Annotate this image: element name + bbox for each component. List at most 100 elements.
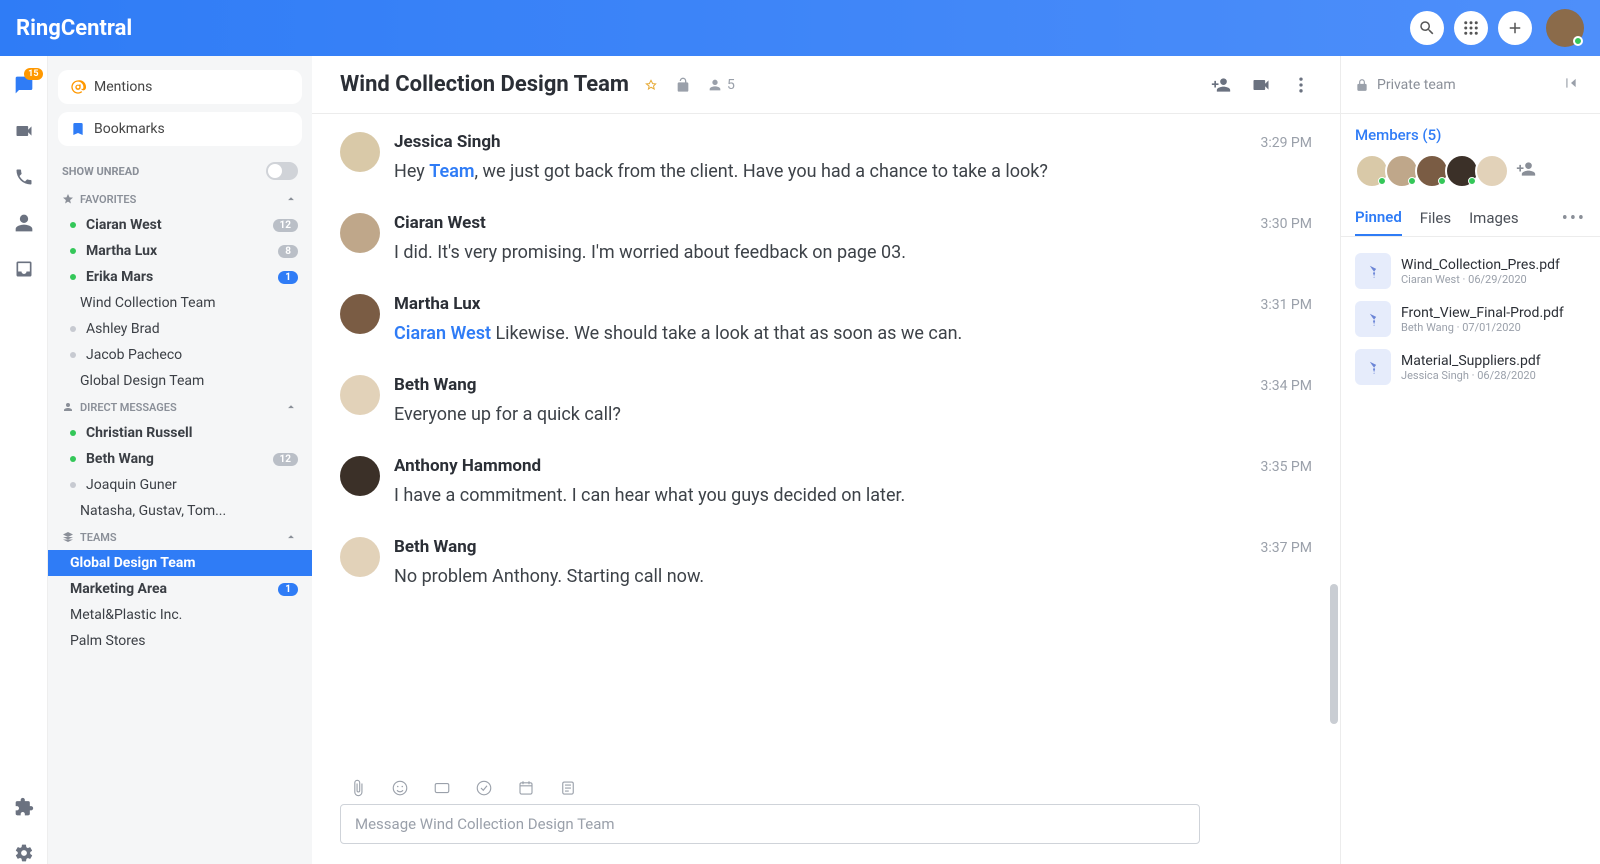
show-unread-toggle[interactable] <box>266 162 298 180</box>
lock-open-icon <box>675 77 691 93</box>
dm-header[interactable]: DIRECT MESSAGES <box>48 394 312 420</box>
member-avatar[interactable] <box>1445 154 1479 188</box>
sidebar-item-label: Wind Collection Team <box>80 295 215 311</box>
member-avatar[interactable] <box>1355 154 1389 188</box>
task-button[interactable] <box>474 778 494 798</box>
nav-contacts[interactable] <box>13 212 35 234</box>
pinned-item[interactable]: Wind_Collection_Pres.pdfCiaran West · 06… <box>1351 247 1590 295</box>
tabs-more-button[interactable]: ••• <box>1562 208 1586 229</box>
sidebar-item[interactable]: Ciaran West12 <box>48 212 312 238</box>
message-author: Martha Lux <box>394 294 480 314</box>
mention[interactable]: Team <box>429 161 474 182</box>
message-text: Everyone up for a quick call? <box>394 401 1312 428</box>
mention[interactable]: Ciaran West <box>394 323 491 344</box>
favorites-header[interactable]: FAVORITES <box>48 186 312 212</box>
add-member-icon-button[interactable] <box>1511 154 1541 184</box>
message-input[interactable] <box>340 804 1200 844</box>
avatar[interactable] <box>340 456 380 496</box>
avatar[interactable] <box>340 375 380 415</box>
sidebar-item[interactable]: Joaquin Guner <box>48 472 312 498</box>
search-icon <box>1418 19 1436 37</box>
sidebar-item[interactable]: Martha Lux8 <box>48 238 312 264</box>
avatar[interactable] <box>340 537 380 577</box>
member-count[interactable]: 5 <box>707 77 735 93</box>
favorite-button[interactable] <box>643 76 661 94</box>
new-button[interactable] <box>1498 11 1532 45</box>
member-avatar[interactable] <box>1385 154 1419 188</box>
search-button[interactable] <box>1410 11 1444 45</box>
message-list: Jessica Singh3:29 PMHey Team, we just go… <box>312 114 1340 764</box>
video-solid-icon <box>1251 75 1271 95</box>
tab-files[interactable]: Files <box>1420 201 1451 235</box>
collapse-details-button[interactable] <box>1564 76 1586 94</box>
event-button[interactable] <box>516 778 536 798</box>
message-text: I have a commitment. I can hear what you… <box>394 482 1312 509</box>
message-author: Beth Wang <box>394 375 476 395</box>
sidebar-item[interactable]: Palm Stores <box>48 628 312 654</box>
unread-badge: 12 <box>273 219 298 232</box>
start-video-button[interactable] <box>1250 74 1272 96</box>
sidebar-item[interactable]: Wind Collection Team <box>48 290 312 316</box>
sidebar-item[interactable]: Natasha, Gustav, Tom... <box>48 498 312 524</box>
pinned-item[interactable]: Material_Suppliers.pdfJessica Singh · 06… <box>1351 343 1590 391</box>
sidebar-item[interactable]: Jacob Pacheco <box>48 342 312 368</box>
gif-button[interactable] <box>432 778 452 798</box>
attach-button[interactable] <box>348 778 368 798</box>
nav-phone[interactable] <box>13 166 35 188</box>
chat-title: Wind Collection Design Team <box>340 72 629 97</box>
nav-settings[interactable] <box>13 842 35 864</box>
message-time: 3:35 PM <box>1260 459 1312 475</box>
member-avatar[interactable] <box>1415 154 1449 188</box>
tab-images[interactable]: Images <box>1469 201 1519 235</box>
message-text: No problem Anthony. Starting call now. <box>394 563 1312 590</box>
teams-label: TEAMS <box>80 531 117 544</box>
sidebar-item[interactable]: Beth Wang12 <box>48 446 312 472</box>
tab-pinned[interactable]: Pinned <box>1355 200 1402 236</box>
sidebar-item[interactable]: Ashley Brad <box>48 316 312 342</box>
sidebar-item[interactable]: Marketing Area1 <box>48 576 312 602</box>
sidebar-bookmarks-label: Bookmarks <box>94 121 165 137</box>
note-button[interactable] <box>558 778 578 798</box>
nav-video[interactable] <box>13 120 35 142</box>
members-header[interactable]: Members (5) <box>1341 114 1600 150</box>
sidebar-item-label: Martha Lux <box>86 243 157 259</box>
scrollbar-thumb[interactable] <box>1330 584 1338 724</box>
unread-badge: 1 <box>278 583 298 596</box>
sidebar-item[interactable]: Christian Russell <box>48 420 312 446</box>
pinned-title: Wind_Collection_Pres.pdf <box>1401 257 1560 273</box>
pinned-meta: Beth Wang · 07/01/2020 <box>1401 321 1564 334</box>
bookmark-icon <box>70 121 86 137</box>
paperclip-icon <box>349 779 367 797</box>
nav-messages[interactable]: 15 <box>13 74 35 96</box>
sidebar-bookmarks[interactable]: Bookmarks <box>58 112 302 146</box>
teams-header[interactable]: TEAMS <box>48 524 312 550</box>
member-avatar[interactable] <box>1475 154 1509 188</box>
avatar[interactable] <box>340 213 380 253</box>
presence-dot-icon <box>70 222 76 228</box>
chat-more-button[interactable] <box>1290 74 1312 96</box>
sidebar-item[interactable]: Global Design Team <box>48 550 312 576</box>
privacy-button[interactable] <box>675 76 693 94</box>
sidebar-item-label: Palm Stores <box>70 633 146 649</box>
sidebar-item-label: Erika Mars <box>86 269 153 285</box>
nav-apps[interactable] <box>13 796 35 818</box>
plus-icon <box>1506 19 1524 37</box>
presence-dot-icon <box>70 352 76 358</box>
profile-avatar[interactable] <box>1546 9 1584 47</box>
nav-inbox[interactable] <box>13 258 35 280</box>
emoji-button[interactable] <box>390 778 410 798</box>
chat-header: Wind Collection Design Team 5 <box>312 56 1340 114</box>
sidebar-item[interactable]: Metal&Plastic Inc. <box>48 602 312 628</box>
add-person-icon <box>1211 75 1231 95</box>
sidebar-mentions[interactable]: Mentions <box>58 70 302 104</box>
avatar[interactable] <box>340 294 380 334</box>
star-icon <box>62 193 74 205</box>
sidebar-item[interactable]: Global Design Team <box>48 368 312 394</box>
pinned-item[interactable]: Front_View_Final-Prod.pdfBeth Wang · 07/… <box>1351 295 1590 343</box>
presence-dot-icon <box>70 430 76 436</box>
apps-button[interactable] <box>1454 11 1488 45</box>
avatar[interactable] <box>340 132 380 172</box>
chevron-up-icon <box>284 530 298 544</box>
sidebar-item[interactable]: Erika Mars1 <box>48 264 312 290</box>
add-member-button[interactable] <box>1210 74 1232 96</box>
